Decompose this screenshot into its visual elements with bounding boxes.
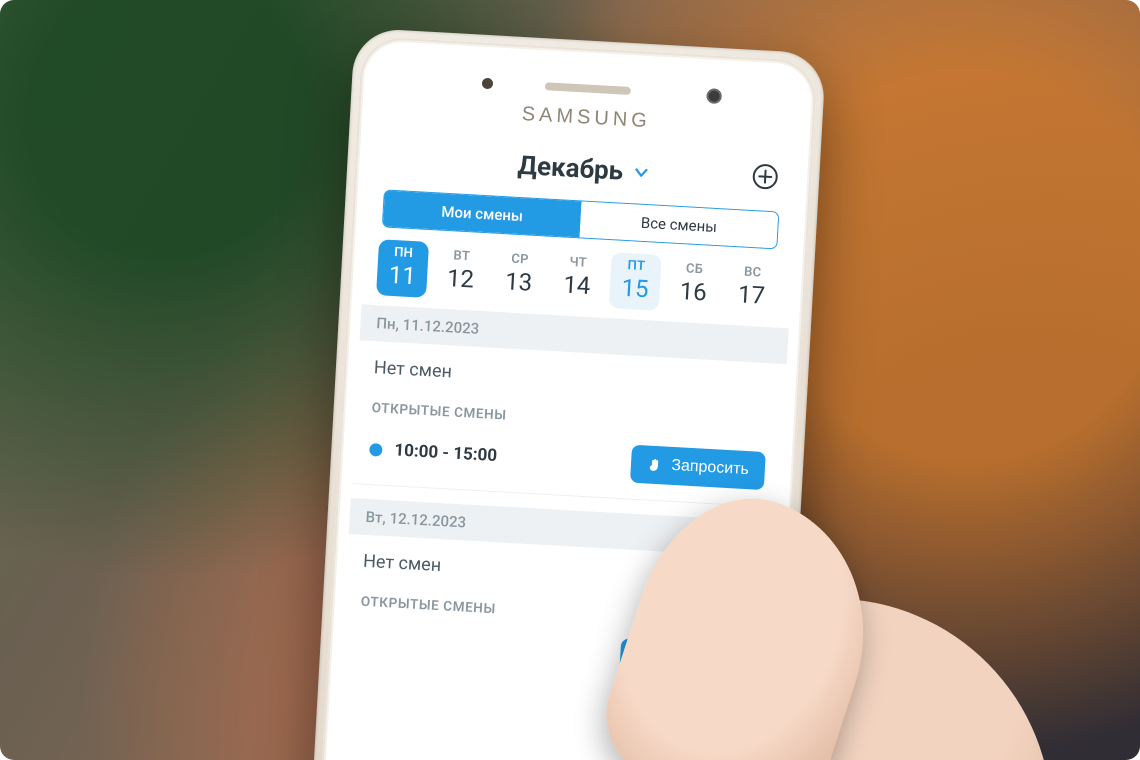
front-camera: [706, 88, 722, 104]
dow-label: ПТ: [611, 257, 662, 275]
dow-label: ЧТ: [553, 254, 604, 272]
day-number: 12: [435, 263, 487, 294]
add-button[interactable]: [750, 162, 780, 192]
dow-label: ПН: [378, 244, 429, 262]
shift-time-slot: 10:00 - 15:00: [369, 439, 498, 466]
dow-label: СР: [494, 251, 545, 269]
day-number: 13: [493, 267, 545, 298]
day-tue[interactable]: ВТ 12: [434, 242, 487, 301]
month-label: Декабрь: [517, 151, 624, 187]
day-fri[interactable]: ПТ 15: [609, 252, 662, 311]
month-picker[interactable]: Декабрь: [517, 151, 650, 188]
request-label: Запросить: [671, 457, 750, 479]
chevron-down-icon: [632, 157, 650, 188]
day-number: 14: [551, 270, 603, 301]
dow-label: СБ: [669, 260, 720, 278]
dow-label: ВС: [727, 264, 778, 282]
day-wed[interactable]: СР 13: [492, 246, 545, 305]
shift-time-text: 10:00 - 15:00: [394, 440, 498, 466]
day-sun[interactable]: ВС 17: [725, 259, 778, 318]
photo-background: SAMSUNG Декабрь: [0, 0, 1140, 760]
day-number: 16: [667, 276, 719, 307]
day-number: 17: [726, 280, 778, 311]
plus-circle-icon: [750, 162, 780, 192]
day-number: 15: [609, 273, 661, 304]
dow-label: ВТ: [436, 247, 487, 265]
status-dot-icon: [369, 442, 383, 456]
proximity-sensor: [482, 78, 494, 90]
day-mon[interactable]: ПН 11: [376, 239, 429, 298]
hand-icon: [647, 457, 664, 474]
request-shift-button[interactable]: Запросить: [630, 445, 766, 490]
speaker-grille: [545, 82, 631, 95]
day-thu[interactable]: ЧТ 14: [551, 249, 604, 308]
day-sat[interactable]: СБ 16: [667, 255, 720, 314]
day-number: 11: [376, 260, 428, 291]
